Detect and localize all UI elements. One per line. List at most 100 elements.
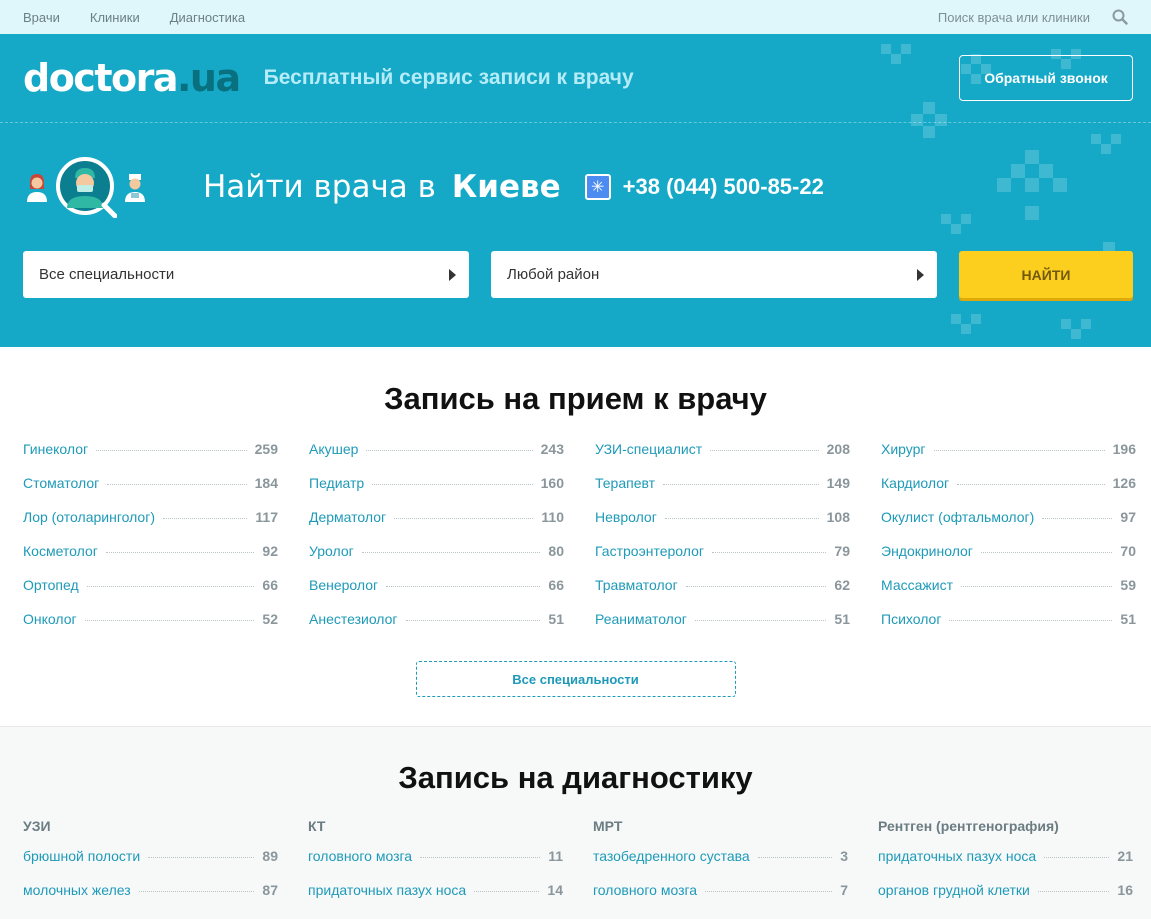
- search-form: Все специальности Любой район НАЙТИ: [0, 251, 1151, 298]
- dotted-leader: [663, 484, 819, 485]
- list-item-link[interactable]: Травматолог: [595, 577, 678, 593]
- list-item-link[interactable]: Невролог: [595, 509, 657, 525]
- list-item-link[interactable]: Стоматолог: [23, 475, 99, 491]
- list-item[interactable]: Психолог 51: [881, 611, 1136, 645]
- logo[interactable]: doctora.ua: [23, 56, 241, 100]
- find-button[interactable]: НАЙТИ: [959, 251, 1133, 298]
- list-item-count: 3: [840, 848, 848, 864]
- list-item-link[interactable]: Гинеколог: [23, 441, 88, 457]
- list-item-link[interactable]: Массажист: [881, 577, 953, 593]
- district-select[interactable]: Любой район: [491, 251, 937, 298]
- diagnostics-column: МРТ тазобедренного сустава 3 головного мозг…: [593, 818, 848, 916]
- list-item[interactable]: Гинеколог 259: [23, 441, 278, 475]
- phone-number[interactable]: +38 (044) 500-85-22: [623, 174, 824, 200]
- diagnostics-column-heading[interactable]: УЗИ: [23, 818, 278, 848]
- list-item-link[interactable]: Онколог: [23, 611, 77, 627]
- specialty-select-value: Все специальности: [39, 266, 175, 283]
- list-item[interactable]: Лор (отоларинголог) 117: [23, 509, 278, 543]
- list-item-link[interactable]: Реаниматолог: [595, 611, 687, 627]
- dotted-leader: [138, 891, 255, 892]
- list-item[interactable]: Окулист (офтальмолог) 97: [881, 509, 1136, 543]
- list-item-link[interactable]: Окулист (офтальмолог): [881, 509, 1034, 525]
- list-item[interactable]: головного мозга 11: [308, 848, 563, 882]
- list-item-link[interactable]: Анестезиолог: [309, 611, 398, 627]
- list-item-link[interactable]: органов грудной клетки: [878, 882, 1030, 898]
- list-item-link[interactable]: головного мозга: [308, 848, 412, 864]
- list-item[interactable]: УЗИ-специалист 208: [595, 441, 850, 475]
- chevron-right-icon: [449, 268, 456, 281]
- list-item[interactable]: Венеролог 66: [309, 577, 564, 611]
- search-icon[interactable]: [1112, 9, 1128, 25]
- diagnostics-column-heading[interactable]: МРТ: [593, 818, 848, 848]
- list-item-link[interactable]: Психолог: [881, 611, 941, 627]
- dotted-leader: [105, 552, 255, 553]
- list-item[interactable]: молочных желез 87: [23, 882, 278, 916]
- list-item[interactable]: Акушер 243: [309, 441, 564, 475]
- list-item[interactable]: Хирург 196: [881, 441, 1136, 475]
- list-item[interactable]: органов грудной клетки 16: [878, 882, 1133, 916]
- list-item-link[interactable]: Венеролог: [309, 577, 378, 593]
- list-item[interactable]: тазобедренного сустава 3: [593, 848, 848, 882]
- all-specialties-button[interactable]: Все специальности: [415, 661, 736, 697]
- nav-diagnostics[interactable]: Диагностика: [170, 10, 245, 25]
- list-item-link[interactable]: Акушер: [309, 441, 358, 457]
- list-item-link[interactable]: Гастроэнтеролог: [595, 543, 704, 559]
- specialty-select[interactable]: Все специальности: [23, 251, 469, 298]
- list-item-link[interactable]: Дерматолог: [309, 509, 386, 525]
- list-item[interactable]: Ортопед 66: [23, 577, 278, 611]
- list-item-link[interactable]: Кардиолог: [881, 475, 949, 491]
- list-item[interactable]: Массажист 59: [881, 577, 1136, 611]
- dotted-leader: [933, 450, 1105, 451]
- dotted-leader: [394, 518, 534, 519]
- list-item-link[interactable]: Лор (отоларинголог): [23, 509, 155, 525]
- diagnostics-column-heading[interactable]: КТ: [308, 818, 563, 848]
- list-item[interactable]: головного мозга 7: [593, 882, 848, 916]
- list-item[interactable]: Эндокринолог 70: [881, 543, 1136, 577]
- list-item-link[interactable]: Косметолог: [23, 543, 98, 559]
- dotted-leader: [694, 620, 827, 621]
- nav-doctors[interactable]: Врачи: [23, 10, 60, 25]
- list-item[interactable]: Косметолог 92: [23, 543, 278, 577]
- list-item[interactable]: Анестезиолог 51: [309, 611, 564, 645]
- list-item-link[interactable]: брюшной полости: [23, 848, 140, 864]
- list-item-link[interactable]: придаточных пазух носа: [878, 848, 1036, 864]
- diagnostics-column-heading[interactable]: Рентген (рентгенография): [878, 818, 1133, 848]
- list-item-link[interactable]: УЗИ-специалист: [595, 441, 702, 457]
- list-item[interactable]: придаточных пазух носа 21: [878, 848, 1133, 882]
- list-item[interactable]: Педиатр 160: [309, 475, 564, 509]
- specialty-column: Гинеколог 259 Стоматолог 184 Лор (отоларинго…: [23, 441, 278, 645]
- list-item-link[interactable]: Ортопед: [23, 577, 79, 593]
- list-item-link[interactable]: Хирург: [881, 441, 926, 457]
- dotted-leader: [949, 620, 1113, 621]
- logo-suffix: .ua: [177, 56, 241, 100]
- list-item[interactable]: Дерматолог 110: [309, 509, 564, 543]
- doctors-illustration: [23, 156, 203, 218]
- list-item[interactable]: Терапевт 149: [595, 475, 850, 509]
- callback-button[interactable]: Обратный звонок: [959, 55, 1133, 101]
- specialty-column: УЗИ-специалист 208 Терапевт 149 Невролог 108 Г…: [595, 441, 850, 645]
- list-item-link[interactable]: головного мозга: [593, 882, 697, 898]
- list-item[interactable]: Кардиолог 126: [881, 475, 1136, 509]
- list-item[interactable]: Травматолог 62: [595, 577, 850, 611]
- list-item-link[interactable]: молочных желез: [23, 882, 131, 898]
- list-item[interactable]: брюшной полости 89: [23, 848, 278, 882]
- list-item-link[interactable]: тазобедренного сустава: [593, 848, 750, 864]
- city-selector[interactable]: Киеве: [452, 169, 561, 205]
- list-item[interactable]: Гастроэнтеролог 79: [595, 543, 850, 577]
- list-item[interactable]: Реаниматолог 51: [595, 611, 850, 645]
- list-item[interactable]: придаточных пазух носа 14: [308, 882, 563, 916]
- list-item[interactable]: Онколог 52: [23, 611, 278, 645]
- list-item[interactable]: Уролог 80: [309, 543, 564, 577]
- list-item-link[interactable]: Эндокринолог: [881, 543, 973, 559]
- list-item-link[interactable]: Педиатр: [309, 475, 364, 491]
- list-item-count: 7: [840, 882, 848, 898]
- list-item-link[interactable]: Терапевт: [595, 475, 655, 491]
- nav-clinics[interactable]: Клиники: [90, 10, 140, 25]
- list-item[interactable]: Стоматолог 184: [23, 475, 278, 509]
- dotted-leader: [361, 552, 541, 553]
- list-item-count: 184: [254, 475, 278, 491]
- list-item[interactable]: Невролог 108: [595, 509, 850, 543]
- list-item-link[interactable]: придаточных пазух носа: [308, 882, 466, 898]
- search-link[interactable]: Поиск врача или клиники: [938, 10, 1090, 25]
- list-item-link[interactable]: Уролог: [309, 543, 354, 559]
